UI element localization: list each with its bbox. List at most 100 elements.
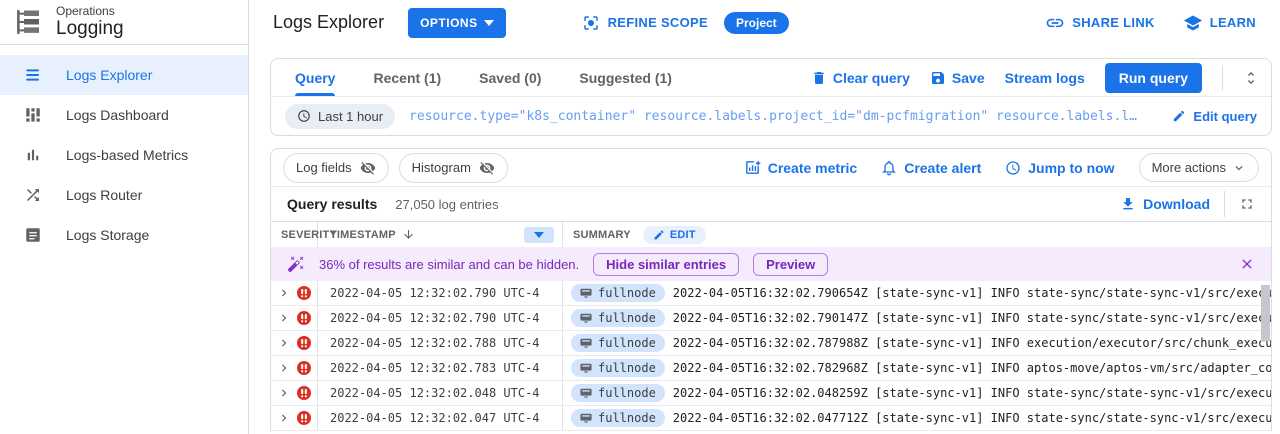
more-actions-button[interactable]: More actions: [1139, 153, 1259, 182]
log-fields-toggle[interactable]: Log fields: [283, 153, 389, 183]
log-summary-text: 2022-04-05T16:32:02.787988Z [state-sync-…: [673, 336, 1271, 350]
resource-chip[interactable]: fullnode: [571, 334, 665, 352]
sidebar-item-label: Logs Explorer: [66, 67, 152, 83]
edit-query-button[interactable]: Edit query: [1172, 109, 1257, 124]
link-icon: [1045, 13, 1065, 33]
sidebar: Operations Logging Logs Explorer Logs Da…: [0, 0, 249, 434]
expand-chevron-icon[interactable]: [277, 386, 291, 400]
container-icon: [580, 288, 592, 298]
resource-chip-label: fullnode: [598, 386, 656, 400]
brand-text: Operations Logging: [56, 4, 124, 40]
sidebar-item-logs-based-metrics[interactable]: Logs-based Metrics: [0, 135, 248, 175]
edit-summary-button[interactable]: EDIT: [643, 226, 706, 244]
histogram-toggle[interactable]: Histogram: [399, 153, 508, 183]
log-summary-cell: fullnode 2022-04-05T16:32:02.047712Z [st…: [563, 406, 1271, 430]
refine-scope-button[interactable]: REFINE SCOPE: [582, 14, 708, 32]
sidebar-item-logs-router[interactable]: Logs Router: [0, 175, 248, 215]
time-range-chip[interactable]: Last 1 hour: [285, 104, 395, 129]
resource-chip[interactable]: fullnode: [571, 309, 665, 327]
tab-recent[interactable]: Recent (1): [373, 59, 441, 96]
timestamp-header-label: TIMESTAMP: [330, 229, 396, 241]
save-button[interactable]: Save: [930, 70, 985, 86]
log-row[interactable]: 2022-04-05 12:32:02.788 UTC-4 fullnode 2…: [271, 331, 1271, 356]
bell-icon: [881, 160, 897, 176]
sidebar-item-logs-storage[interactable]: Logs Storage: [0, 215, 248, 255]
log-row[interactable]: 2022-04-05 12:32:02.783 UTC-4 fullnode 2…: [271, 356, 1271, 381]
expand-chevron-icon[interactable]: [277, 311, 291, 325]
create-alert-label: Create alert: [904, 160, 981, 176]
sidebar-item-logs-explorer[interactable]: Logs Explorer: [0, 55, 248, 95]
dropdown-arrow-icon: [484, 20, 494, 26]
sidebar-item-logs-dashboard[interactable]: Logs Dashboard: [0, 95, 248, 135]
list-lines-icon: [24, 66, 42, 84]
create-alert-button[interactable]: Create alert: [881, 160, 981, 176]
log-row[interactable]: 2022-04-05 12:32:02.048 UTC-4 fullnode 2…: [271, 381, 1271, 406]
edit-query-label: Edit query: [1193, 109, 1257, 124]
container-icon: [580, 388, 592, 398]
refine-scope-label: REFINE SCOPE: [608, 15, 708, 30]
clear-query-label: Clear query: [833, 70, 910, 86]
run-query-button[interactable]: Run query: [1105, 63, 1202, 93]
log-row[interactable]: 2022-04-05 12:32:02.790 UTC-4 fullnode 2…: [271, 281, 1271, 306]
jump-to-now-button[interactable]: Jump to now: [1005, 160, 1114, 176]
tab-suggested[interactable]: Suggested (1): [579, 59, 672, 96]
log-summary-text: 2022-04-05T16:32:02.048259Z [state-sync-…: [673, 386, 1271, 400]
tab-label: Recent (1): [373, 70, 441, 86]
unfold-panel-icon[interactable]: [1243, 70, 1259, 86]
tab-saved[interactable]: Saved (0): [479, 59, 541, 96]
share-link-button[interactable]: SHARE LINK: [1045, 13, 1154, 33]
stream-logs-button[interactable]: Stream logs: [1005, 70, 1085, 86]
fullscreen-icon[interactable]: [1239, 196, 1255, 212]
query-text-input[interactable]: resource.type="k8s_container" resource.l…: [409, 109, 1158, 124]
container-icon: [580, 363, 592, 373]
clock-icon: [297, 109, 311, 123]
resource-chip[interactable]: fullnode: [571, 284, 665, 302]
results-toolbar: Log fields Histogram Create metric Creat…: [271, 149, 1271, 187]
divider: [1222, 65, 1223, 91]
column-timestamp[interactable]: TIMESTAMP: [318, 222, 563, 247]
query-tabs: Query Recent (1) Saved (0) Suggested (1): [295, 59, 672, 96]
log-summary-text: 2022-04-05T16:32:02.790654Z [state-sync-…: [673, 286, 1271, 300]
banner-close-button[interactable]: [1239, 256, 1255, 272]
log-severity-cell: [271, 381, 318, 405]
log-row[interactable]: 2022-04-05 12:32:02.047 UTC-4 fullnode 2…: [271, 406, 1271, 431]
expand-chevron-icon[interactable]: [277, 411, 291, 425]
resource-chip-label: fullnode: [598, 411, 656, 425]
divider: [1224, 191, 1225, 217]
share-link-label: SHARE LINK: [1072, 15, 1154, 30]
log-row[interactable]: 2022-04-05 12:32:02.790 UTC-4 fullnode 2…: [271, 306, 1271, 331]
learn-button[interactable]: LEARN: [1183, 13, 1256, 33]
tab-query[interactable]: Query: [295, 59, 335, 96]
log-summary-cell: fullnode 2022-04-05T16:32:02.790654Z [st…: [563, 281, 1271, 305]
error-severity-icon: [297, 336, 311, 350]
expand-chevron-icon[interactable]: [277, 361, 291, 375]
hide-similar-entries-button[interactable]: Hide similar entries: [593, 253, 739, 276]
scrollbar-thumb[interactable]: [1261, 285, 1270, 341]
shuffle-icon: [24, 186, 42, 204]
clock-icon: [1005, 160, 1021, 176]
options-button[interactable]: OPTIONS: [408, 8, 506, 38]
dropdown-arrow-icon: [534, 232, 544, 238]
chevron-down-icon: [1232, 161, 1246, 175]
sidebar-item-label: Logs Router: [66, 187, 142, 203]
clear-query-button[interactable]: Clear query: [811, 70, 910, 86]
timestamp-dropdown-button[interactable]: [524, 227, 554, 243]
expand-chevron-icon[interactable]: [277, 336, 291, 350]
resource-chip[interactable]: fullnode: [571, 384, 665, 402]
main-content: Logs Explorer OPTIONS REFINE SCOPE Proje…: [249, 0, 1280, 434]
log-timestamp: 2022-04-05 12:32:02.783 UTC-4: [318, 356, 563, 380]
scope-project-badge[interactable]: Project: [724, 12, 789, 34]
expand-chevron-icon[interactable]: [277, 286, 291, 300]
create-metric-button[interactable]: Create metric: [744, 159, 858, 176]
download-button[interactable]: Download: [1120, 196, 1210, 212]
scope-focus-icon: [582, 14, 600, 32]
add-chart-icon: [744, 159, 761, 176]
preview-button[interactable]: Preview: [753, 253, 828, 276]
error-severity-icon: [297, 361, 311, 375]
resource-chip[interactable]: fullnode: [571, 359, 665, 377]
resource-chip[interactable]: fullnode: [571, 409, 665, 427]
table-header: SEVERITY TIMESTAMP SUMMARY EDIT: [271, 221, 1271, 247]
time-range-label: Last 1 hour: [318, 109, 383, 124]
trash-icon: [811, 70, 827, 86]
log-severity-cell: [271, 306, 318, 330]
